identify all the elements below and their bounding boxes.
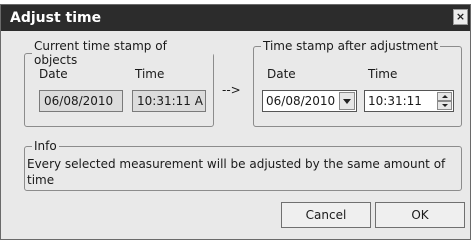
adjusted-date-select[interactable]: 06/08/2010 <box>262 90 357 112</box>
adjusted-time-label: Time <box>368 67 398 81</box>
current-date-field: 06/08/2010 <box>39 90 123 112</box>
title-bar: Adjust time × <box>1 5 470 31</box>
cancel-button[interactable]: Cancel <box>281 202 371 228</box>
ok-button[interactable]: OK <box>375 202 465 228</box>
date-dropdown-button[interactable] <box>339 92 355 110</box>
current-time-label: Time <box>135 67 165 81</box>
info-legend: Info <box>34 139 57 153</box>
spin-up-icon <box>442 95 448 98</box>
current-time-field: 10:31:11 A <box>132 90 206 112</box>
current-timestamp-legend: Current time stamp of objects <box>34 39 167 67</box>
spin-up-button[interactable] <box>437 92 452 101</box>
adjust-time-dialog: Adjust time × Current time stamp of obje… <box>0 4 471 240</box>
chevron-down-icon <box>343 99 351 104</box>
adjusted-timestamp-group: Time stamp after adjustment <box>253 39 462 127</box>
close-button[interactable]: × <box>453 9 468 25</box>
current-date-label: Date <box>39 67 68 81</box>
spin-down-icon <box>442 104 448 107</box>
adjusted-time-value: 10:31:11 <box>368 94 422 108</box>
info-text: Every selected measurement will be adjus… <box>27 157 446 187</box>
spin-down-button[interactable] <box>437 101 452 110</box>
adjusted-date-value: 06/08/2010 <box>266 94 336 108</box>
dialog-title: Adjust time <box>10 10 102 26</box>
adjusted-timestamp-legend: Time stamp after adjustment <box>263 39 439 53</box>
time-spin-buttons <box>437 92 452 110</box>
adjusted-date-label: Date <box>267 67 296 81</box>
current-timestamp-group: Current time stamp of objects <box>24 39 214 127</box>
close-icon: × <box>455 10 466 23</box>
adjusted-time-spinner[interactable]: 10:31:11 <box>364 90 454 112</box>
arrow-indicator: --> <box>222 83 241 97</box>
